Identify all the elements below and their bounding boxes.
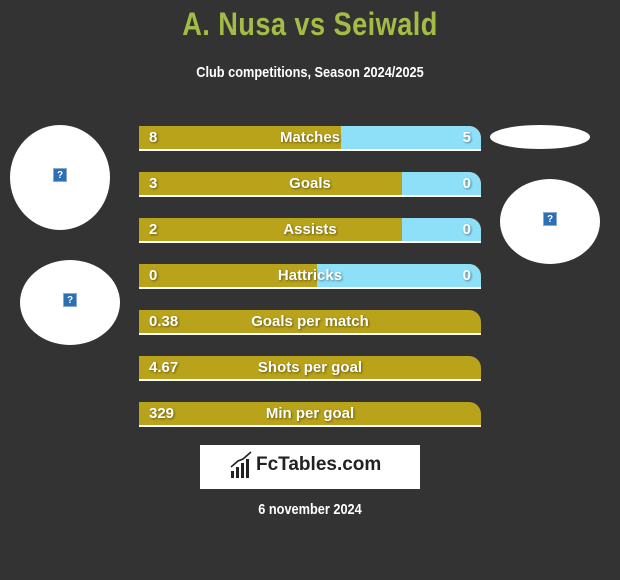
broken-image-icon: ?: [63, 293, 77, 307]
stat-row-shots-per-goal: 4.67 Shots per goal: [139, 356, 481, 381]
logo-text: FcTables.com: [256, 454, 382, 475]
stat-row-goals-per-match: 0.38 Goals per match: [139, 310, 481, 335]
broken-image-icon: ?: [53, 168, 67, 182]
date-label: 6 november 2024: [258, 501, 362, 518]
stat-label: Assists: [283, 221, 337, 238]
fctables-logo[interactable]: FcTables.com: [200, 445, 420, 489]
stat-row-matches: 8 Matches 5: [139, 126, 481, 151]
page-title: A. Nusa vs Seiwald: [182, 6, 438, 42]
broken-image-icon: ?: [543, 212, 557, 226]
stat-label: Goals per match: [251, 313, 369, 330]
player2-value: 0: [462, 267, 471, 284]
player1-club-logo: ?: [20, 260, 120, 345]
bar-chart-icon: [230, 451, 252, 478]
player2-value: 0: [462, 175, 471, 192]
stat-row-hattricks: 0 Hattricks 0: [139, 264, 481, 289]
player2-value: 5: [462, 129, 471, 146]
stat-label: Min per goal: [265, 405, 355, 422]
page-subtitle: Club competitions, Season 2024/2025: [196, 64, 424, 81]
stat-row-goals: 3 Goals 0: [139, 172, 481, 197]
stat-label: Hattricks: [277, 267, 343, 284]
player2-photo: [490, 125, 590, 149]
stat-label: Shots per goal: [257, 359, 363, 376]
stat-row-min-per-goal: 329 Min per goal: [139, 402, 481, 427]
stat-label: Matches: [279, 129, 341, 146]
player2-club-logo: ?: [500, 179, 600, 264]
stat-row-assists: 2 Assists 0: [139, 218, 481, 243]
stat-label: Goals: [289, 175, 331, 192]
player2-value: 0: [462, 221, 471, 238]
player1-photo: ?: [10, 125, 110, 230]
